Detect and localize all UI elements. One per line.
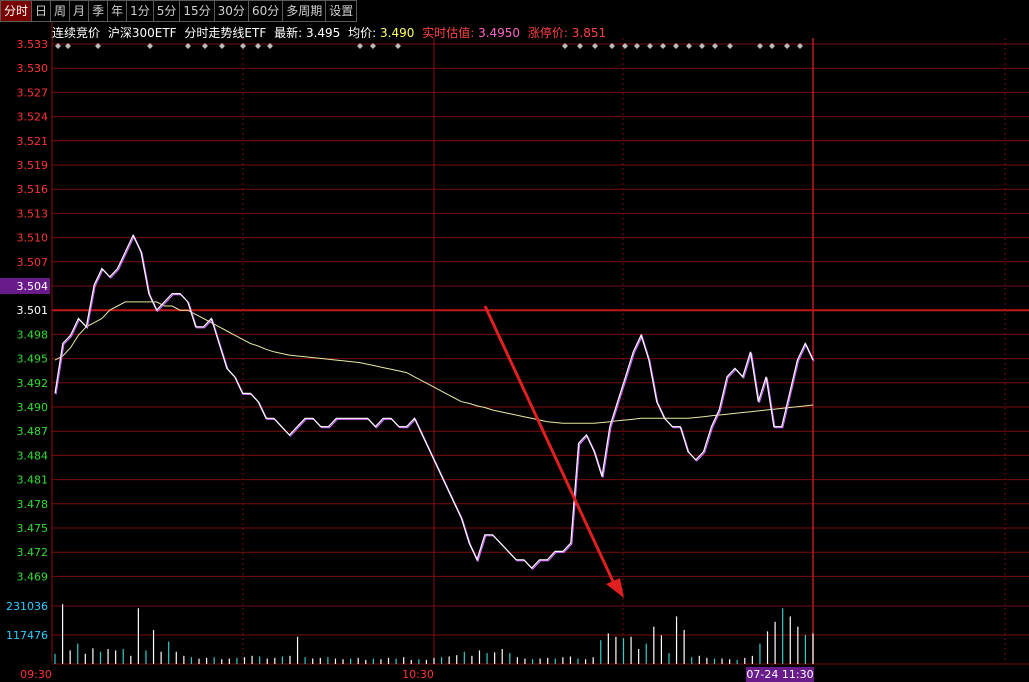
price-tick-label: 3.504 — [17, 280, 49, 293]
price-tick-label: 3.469 — [17, 570, 49, 583]
volume-tick-label: 117476 — [6, 629, 48, 642]
price-tick-label: 3.510 — [17, 232, 49, 245]
price-tick-label: 3.524 — [17, 111, 49, 124]
price-tick-label: 3.501 — [17, 304, 49, 317]
price-tick-label: 3.527 — [17, 86, 49, 99]
price-tick-label: 3.521 — [17, 135, 49, 148]
price-tick-label: 3.513 — [17, 207, 49, 220]
time-axis-label: 10:30 — [402, 668, 434, 681]
price-tick-label: 3.495 — [17, 353, 49, 366]
intraday-chart[interactable]: 3.533 3.530 3.527 3.524 3.521 3.519 3.516 3.513… — [0, 0, 1029, 682]
price-tick-label: 3.475 — [17, 522, 49, 535]
price-tick-label: 3.516 — [17, 183, 49, 196]
price-tick-label: 3.472 — [17, 546, 49, 559]
price-tick-label: 3.530 — [17, 62, 49, 75]
price-tick-label: 3.507 — [17, 256, 49, 269]
price-tick-label: 3.519 — [17, 159, 49, 172]
price-tick-label: 3.478 — [17, 498, 49, 511]
time-axis-label: 09:30 — [20, 668, 52, 681]
price-tick-label: 3.481 — [17, 474, 49, 487]
price-tick-label: 3.484 — [17, 449, 49, 462]
volume-tick-label: 231036 — [6, 600, 48, 613]
price-tick-label: 3.498 — [17, 328, 49, 341]
price-tick-label: 3.487 — [17, 425, 49, 438]
price-tick-label: 3.492 — [17, 377, 49, 390]
annotation-arrow-head — [606, 578, 624, 598]
price-tick-label: 3.490 — [17, 401, 49, 414]
price-tick-label: 3.533 — [17, 38, 49, 51]
cursor-time-label: 07-24 11:30 — [746, 668, 813, 681]
